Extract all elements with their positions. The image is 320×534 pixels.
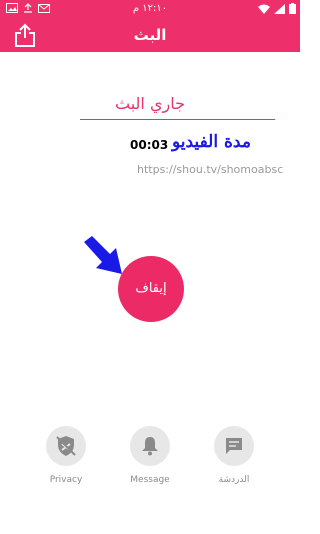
- duration-label: مدة الفيديو: [172, 132, 251, 152]
- wifi-icon: [258, 4, 270, 14]
- chat-icon: [226, 438, 242, 454]
- signal-icon: [274, 3, 285, 14]
- message-circle: [130, 426, 170, 466]
- bell-icon: [142, 437, 158, 456]
- chat-button[interactable]: الدردشة: [204, 426, 264, 485]
- stop-button[interactable]: إيقاف: [118, 256, 184, 322]
- privacy-label: Privacy: [49, 475, 83, 485]
- status-icons-right: [258, 3, 296, 14]
- video-duration: 00:03 مدة الفيديو: [130, 132, 290, 156]
- bottom-toolbar: Privacy Message الدردشة: [0, 426, 300, 496]
- stream-url[interactable]: https://shou.tv/shomoabsc: [137, 163, 283, 176]
- duration-time: 00:03: [130, 138, 169, 152]
- privacy-circle: [46, 426, 86, 466]
- chat-circle: [214, 426, 254, 466]
- chat-label: الدردشة: [218, 475, 250, 485]
- privacy-button[interactable]: Privacy: [36, 426, 96, 485]
- status-bar: ١٢:١٠ م: [0, 0, 300, 18]
- shield-off-icon: [56, 436, 76, 456]
- broadcast-status-heading: جاري البث: [115, 94, 185, 113]
- top-app-bar: البث: [0, 18, 300, 52]
- status-time: ١٢:١٠ م: [132, 3, 168, 14]
- battery-icon: [289, 3, 296, 14]
- message-button[interactable]: Message: [120, 426, 180, 485]
- message-label: Message: [130, 475, 170, 485]
- divider: [80, 119, 275, 120]
- arrow-pointer-icon: [84, 236, 122, 274]
- page-title: البث: [133, 26, 167, 44]
